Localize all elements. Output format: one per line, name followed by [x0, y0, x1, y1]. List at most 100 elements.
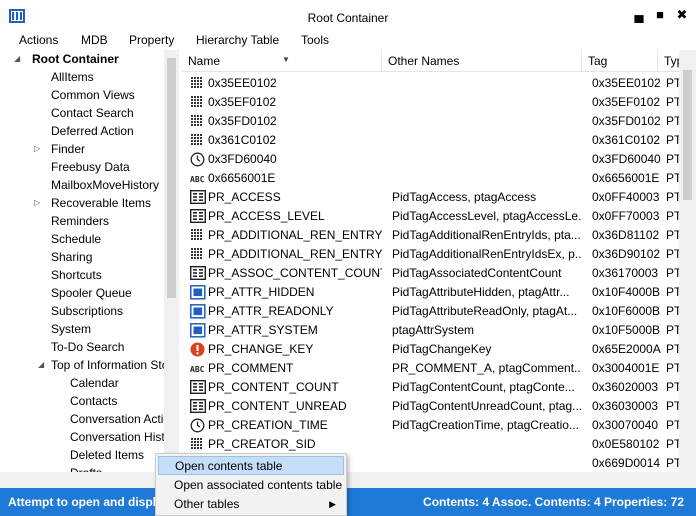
- grid-vertical-scrollbar[interactable]: [679, 50, 696, 474]
- cell-name: PR_ATTR_READONLY: [208, 304, 334, 318]
- menu-hierarchy-table[interactable]: Hierarchy Table: [196, 33, 279, 47]
- tree-item[interactable]: MailboxMoveHistory: [51, 176, 159, 194]
- cell-name: PR_ASSOC_CONTENT_COUNT: [208, 266, 382, 280]
- tree-item[interactable]: Shortcuts: [51, 266, 102, 284]
- table-row[interactable]: PR_ADDITIONAL_REN_ENTRYIDS PidTagAddition…: [182, 226, 680, 245]
- column-header-name[interactable]: Name ▼: [182, 50, 382, 72]
- tree-item[interactable]: Conversation History: [70, 428, 164, 446]
- tree-item[interactable]: Drafts: [70, 464, 102, 472]
- cell-other-names: [392, 112, 582, 131]
- tree-collapsed-icon[interactable]: ▷: [34, 144, 40, 153]
- cell-tag: 0x30070040: [592, 418, 659, 432]
- table-row[interactable]: 0x35EE0102 0x35EE0102 PT_BINARY: [182, 74, 680, 93]
- menu-open-contents-table[interactable]: Open contents table: [158, 456, 344, 475]
- table-row[interactable]: PR_ATTR_HIDDEN PidTagAttributeHidden, pta…: [182, 283, 680, 302]
- tree-collapsed-icon[interactable]: ▷: [34, 198, 40, 207]
- tree-item[interactable]: AllItems: [51, 68, 94, 86]
- table-row[interactable]: PR_ASSOC_CONTENT_COUNT PidTagAssociatedCo…: [182, 264, 680, 283]
- table-row[interactable]: PR_ATTR_SYSTEM ptagAttrSystem 0x10F5000B PT…: [182, 321, 680, 340]
- table-row[interactable]: PR_CHANGE_KEY PidTagChangeKey 0x65E2000A PT…: [182, 340, 680, 359]
- cell-name: PR_ACCESS: [208, 190, 281, 204]
- column-header-name-label: Name: [188, 54, 221, 68]
- tree-item[interactable]: Contacts: [70, 392, 117, 410]
- table-row[interactable]: ABC PR_COMMENT PR_COMMENT_A, ptagComment..…: [182, 359, 680, 378]
- cell-name: PR_ADDITIONAL_REN_ENTRYIDS: [208, 228, 382, 242]
- tree-scroll-thumb[interactable]: [167, 58, 176, 298]
- property-grid[interactable]: Name ▼ Other Names Tag Type 0x35EE0102 0x…: [182, 50, 696, 474]
- cell-name: 0x361C0102: [208, 133, 277, 147]
- column-header-tag[interactable]: Tag: [582, 50, 658, 72]
- cell-type: PT_BOOLEAN: [666, 285, 680, 299]
- tree-item[interactable]: Subscriptions: [51, 302, 123, 320]
- close-button[interactable]: ✖: [673, 6, 691, 24]
- cell-type: PT_BOOLEAN: [666, 323, 680, 337]
- cell-tag: 0x10F4000B: [592, 285, 661, 299]
- menu-other-tables[interactable]: Other tables ▶: [158, 495, 344, 514]
- tree-expanded-icon[interactable]: ◢: [14, 54, 20, 63]
- table-row[interactable]: ABC0x6656001E0x6656001EPT_STRING8: [182, 169, 680, 188]
- tree-item[interactable]: Deleted Items: [70, 446, 144, 464]
- tree-root-item[interactable]: Root Container: [32, 50, 119, 68]
- tree-vertical-scrollbar[interactable]: [164, 50, 179, 472]
- tree-item[interactable]: Schedule: [51, 230, 101, 248]
- binary-icon: [190, 95, 206, 110]
- table-row[interactable]: PR_ADDITIONAL_REN_ENTRYID... PidTagAdditi…: [182, 245, 680, 264]
- tree-item[interactable]: Sharing: [51, 248, 92, 266]
- tree-item[interactable]: Top of Information Store: [51, 356, 164, 374]
- table-row[interactable]: PR_ATTR_READONLY PidTagAttributeReadOnly,…: [182, 302, 680, 321]
- column-header-other-names[interactable]: Other Names: [382, 50, 582, 72]
- cell-other-names: PidTagAdditionalRenEntryIds, pta...: [392, 228, 581, 242]
- tree-item[interactable]: Deferred Action: [51, 122, 134, 140]
- cell-name: 0x6656001E: [208, 171, 276, 185]
- cell-other-names: PidTagAttributeReadOnly, ptagAt...: [392, 304, 578, 318]
- tree-item[interactable]: Freebusy Data: [51, 158, 130, 176]
- tree-expanded-icon[interactable]: ◢: [38, 360, 44, 369]
- cell-other-names: [392, 93, 582, 112]
- cell-other-names: ptagAttrSystem: [392, 323, 475, 337]
- menu-open-associated-contents-table[interactable]: Open associated contents table: [158, 476, 344, 495]
- cell-type: PT_I8: [666, 456, 680, 470]
- cell-name: 0x3FD60040: [208, 152, 277, 166]
- svg-text:ABC: ABC: [190, 175, 205, 184]
- menu-tools[interactable]: Tools: [301, 33, 329, 47]
- minimize-button[interactable]: ▄: [630, 6, 648, 24]
- table-row[interactable]: PR_ACCESS PidTagAccess, ptagAccess 0x0FF40…: [182, 188, 680, 207]
- table-row[interactable]: 0x35FD0102 0x35FD0102 PT_BINARY: [182, 112, 680, 131]
- table-row[interactable]: 0x3FD60040 0x3FD60040 PT_SYSTIME: [182, 150, 680, 169]
- tree-item[interactable]: Contact Search: [51, 104, 134, 122]
- tree-item[interactable]: Finder: [51, 140, 85, 158]
- maximize-button[interactable]: ■: [651, 6, 669, 24]
- status-counts: Contents: 4 Assoc. Contents: 4 Propertie…: [423, 495, 684, 509]
- menu-open-associated-contents-table-label: Open associated contents table: [174, 478, 343, 492]
- table-row[interactable]: PR_ACCESS_LEVEL PidTagAccessLevel, ptagAc…: [182, 207, 680, 226]
- tree-item[interactable]: Conversation Action Settings: [70, 410, 164, 428]
- cell-type: PT_STRING8: [666, 361, 680, 375]
- table-row[interactable]: PR_CONTENT_COUNT PidTagContentCount, ptag…: [182, 378, 680, 397]
- cell-tag: 0x35FD0102: [592, 114, 661, 128]
- table-row[interactable]: PR_CREATOR_SID 0x0E580102 PT_BINARY: [182, 435, 680, 454]
- cell-type: PT_SYSTIME: [666, 418, 680, 432]
- tree-item[interactable]: Recoverable Items: [51, 194, 151, 212]
- menu-mdb[interactable]: MDB: [81, 33, 108, 47]
- menu-property[interactable]: Property: [129, 33, 174, 47]
- table-row[interactable]: 0x361C0102 0x361C0102 PT_BINARY: [182, 131, 680, 150]
- table-row[interactable]: PR_CONTENT_UNREAD PidTagContentUnreadCoun…: [182, 397, 680, 416]
- cell-other-names: [392, 131, 582, 150]
- tree-item[interactable]: Calendar: [70, 374, 119, 392]
- tree-item[interactable]: Common Views: [51, 86, 135, 104]
- tree-item[interactable]: System: [51, 320, 91, 338]
- tree-item[interactable]: Reminders: [51, 212, 109, 230]
- cell-type: PT_LONG: [666, 209, 680, 223]
- cell-tag: 0x6656001E: [592, 171, 660, 185]
- hierarchy-tree[interactable]: Root Container ◢ AllItems Common Views Conta…: [0, 50, 164, 472]
- grid-scroll-thumb[interactable]: [683, 70, 692, 200]
- menu-actions[interactable]: Actions: [19, 33, 58, 47]
- horizontal-scrollbar[interactable]: [0, 472, 696, 488]
- table-row[interactable]: PR_CREATION_TIME PidTagCreationTime, ptag…: [182, 416, 680, 435]
- cell-tag: 0x65E2000A: [592, 342, 661, 356]
- cell-tag: 0x10F6000B: [592, 304, 661, 318]
- tree-item[interactable]: Spooler Queue: [51, 284, 132, 302]
- tree-item[interactable]: To-Do Search: [51, 338, 124, 356]
- cell-type: PT_BOOLEAN: [666, 304, 680, 318]
- table-row[interactable]: 0x35EF0102 0x35EF0102 PT_BINARY: [182, 93, 680, 112]
